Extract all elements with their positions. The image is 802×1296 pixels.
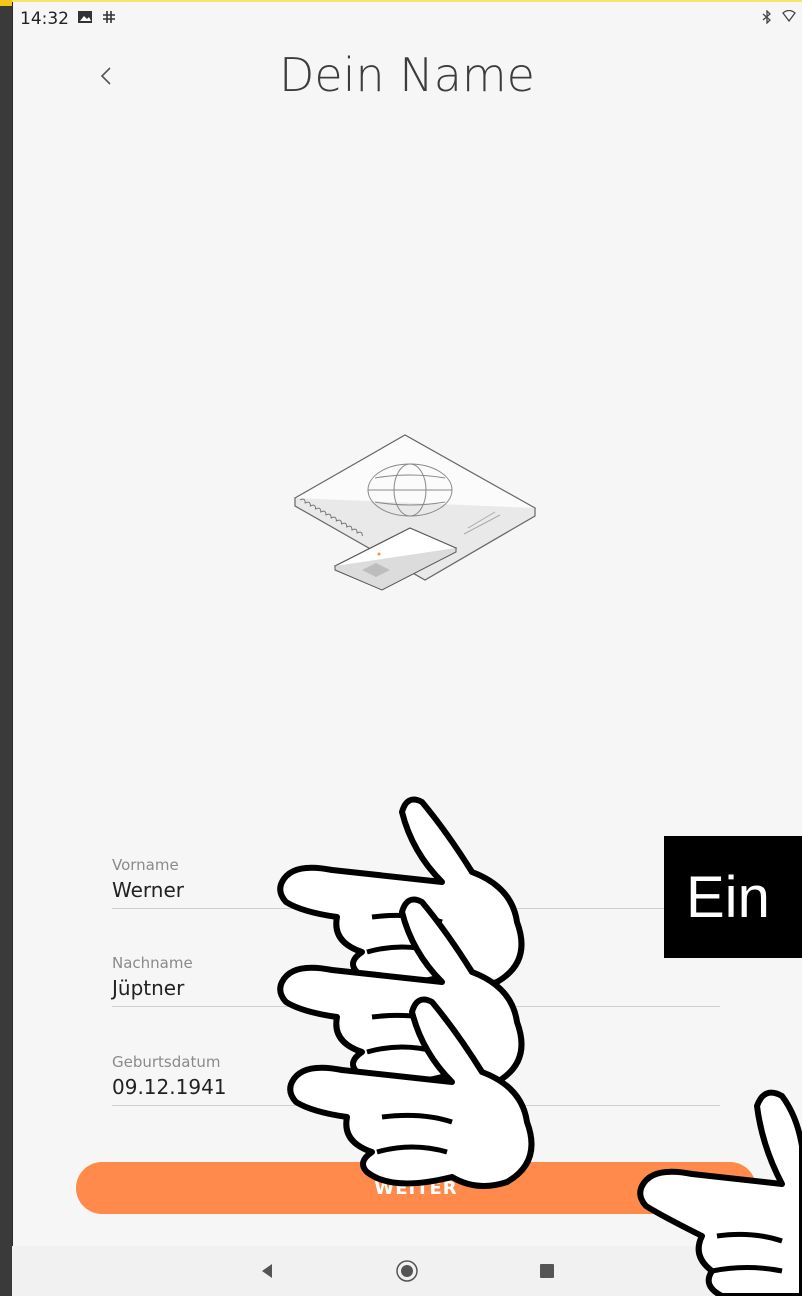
image-icon (77, 9, 93, 29)
overlay-text: Ein (686, 864, 770, 930)
page-title: Dein Name (279, 48, 535, 102)
status-bar: 14:32 (12, 2, 802, 36)
passport-illustration (293, 434, 537, 591)
bluetooth-icon (762, 9, 772, 28)
pointing-hand-icon (287, 996, 535, 1189)
status-time: 14:32 (20, 9, 69, 29)
nav-recents-button[interactable] (532, 1256, 562, 1286)
pointing-hand-icon (637, 1089, 802, 1296)
overlay-text-box: Ein (664, 836, 802, 958)
nav-back-button[interactable] (252, 1256, 282, 1286)
left-edge-strip (0, 0, 13, 1296)
wifi-icon (782, 9, 796, 28)
slack-icon (101, 9, 117, 30)
nav-home-button[interactable] (392, 1256, 422, 1286)
left-edge-marker (0, 0, 12, 6)
